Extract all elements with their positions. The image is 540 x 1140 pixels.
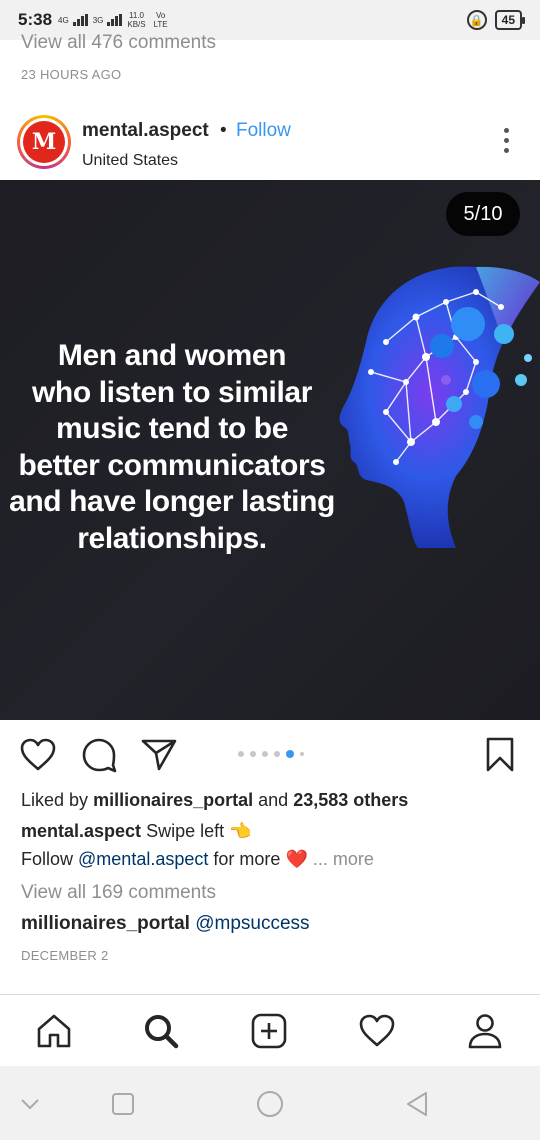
image-quote-line: Men and women (57, 339, 287, 372)
view-comments-link[interactable]: View all 169 comments (21, 882, 216, 904)
volte-label: Vo LTE (153, 11, 168, 29)
separator-dot: • (220, 120, 227, 141)
image-quote-line: better communicators (18, 448, 326, 482)
bookmark-icon[interactable] (481, 736, 519, 774)
previous-post-timestamp: 23 HOURS AGO (21, 67, 122, 82)
caption-username[interactable]: mental.aspect (21, 821, 141, 841)
bottom-navigation (0, 994, 540, 1066)
carousel-counter: 5/10 (446, 192, 520, 236)
post-image[interactable]: 5/10 Men and women who listen to similar… (0, 180, 540, 720)
status-signals: 4G 3G 11.0 KB/S Vo LTE (58, 11, 172, 29)
battery-indicator: 45 (494, 10, 526, 30)
red-heart-icon: ❤️ (285, 849, 308, 870)
caption-more-link[interactable]: ... more (313, 849, 374, 869)
pointing-hand-icon: 👈 (229, 821, 252, 842)
home-icon[interactable] (34, 1011, 74, 1051)
post-header: M mental.aspect • Follow United States (0, 112, 540, 174)
caption-text: Swipe left (146, 821, 225, 841)
image-quote-line: and have longer lasting (9, 485, 335, 518)
liked-and: and (258, 790, 289, 810)
previous-view-comments-link[interactable]: View all 476 comments (21, 32, 216, 54)
status-time: 5:38 (18, 10, 53, 29)
network-4g-label: 4G (58, 15, 69, 25)
data-speed: 11.0 (129, 11, 144, 20)
send-icon[interactable] (140, 736, 178, 774)
chevron-down-icon[interactable] (16, 1090, 44, 1118)
image-quote-line: relationships. (77, 521, 267, 555)
image-quote-line: who listen to similar (32, 375, 312, 409)
post-location[interactable]: United States (82, 152, 178, 170)
system-navigation (0, 1066, 540, 1140)
network-3g-label: 3G (92, 15, 104, 25)
caption-follow-suffix: for more (213, 849, 281, 869)
carousel-indicator (238, 750, 304, 758)
liked-by-prefix: Liked by (21, 790, 89, 810)
signal-icon (72, 14, 88, 26)
back-triangle-icon[interactable] (403, 1090, 431, 1118)
data-speed-unit: KB/S (127, 20, 146, 29)
action-bar (0, 730, 540, 780)
caption-line-2: Follow @mental.aspect for more ❤️ ... mo… (21, 849, 374, 870)
comment-mention[interactable]: @mpsuccess (195, 913, 309, 934)
add-post-icon[interactable] (249, 1011, 289, 1051)
likes-summary[interactable]: Liked by millionaires_portal and 23,583 … (21, 790, 408, 811)
comment-row: millionaires_portal @mpsuccess (21, 913, 310, 935)
signal-icon-secondary (107, 14, 123, 26)
comment-username[interactable]: millionaires_portal (21, 913, 190, 934)
lock-icon: 🔒 (466, 10, 487, 30)
heart-icon[interactable] (19, 736, 57, 774)
profile-icon[interactable] (465, 1011, 505, 1051)
avatar[interactable]: M (17, 115, 71, 169)
image-quote-line: music tend to be (56, 412, 288, 445)
recents-square-icon[interactable] (109, 1090, 137, 1118)
comment-icon[interactable] (80, 736, 118, 774)
more-options-icon[interactable] (502, 128, 510, 153)
likes-count[interactable]: 23,583 others (293, 790, 408, 810)
follow-button[interactable]: Follow (236, 120, 291, 142)
search-icon[interactable] (141, 1011, 181, 1051)
activity-heart-icon[interactable] (357, 1011, 397, 1051)
post-date: DECEMBER 2 (21, 948, 109, 963)
caption-line-1: mental.aspect Swipe left 👈 (21, 821, 252, 842)
head-silhouette-illustration (339, 266, 540, 548)
caption-mention[interactable]: @mental.aspect (78, 849, 208, 869)
post-username[interactable]: mental.aspect (82, 120, 209, 142)
caption-follow-prefix: Follow (21, 849, 74, 869)
home-circle-icon[interactable] (256, 1090, 284, 1118)
brand-logo: M (23, 121, 65, 163)
liked-by-user[interactable]: millionaires_portal (93, 790, 253, 810)
image-quote: Men and women who listen to similar musi… (0, 338, 344, 557)
